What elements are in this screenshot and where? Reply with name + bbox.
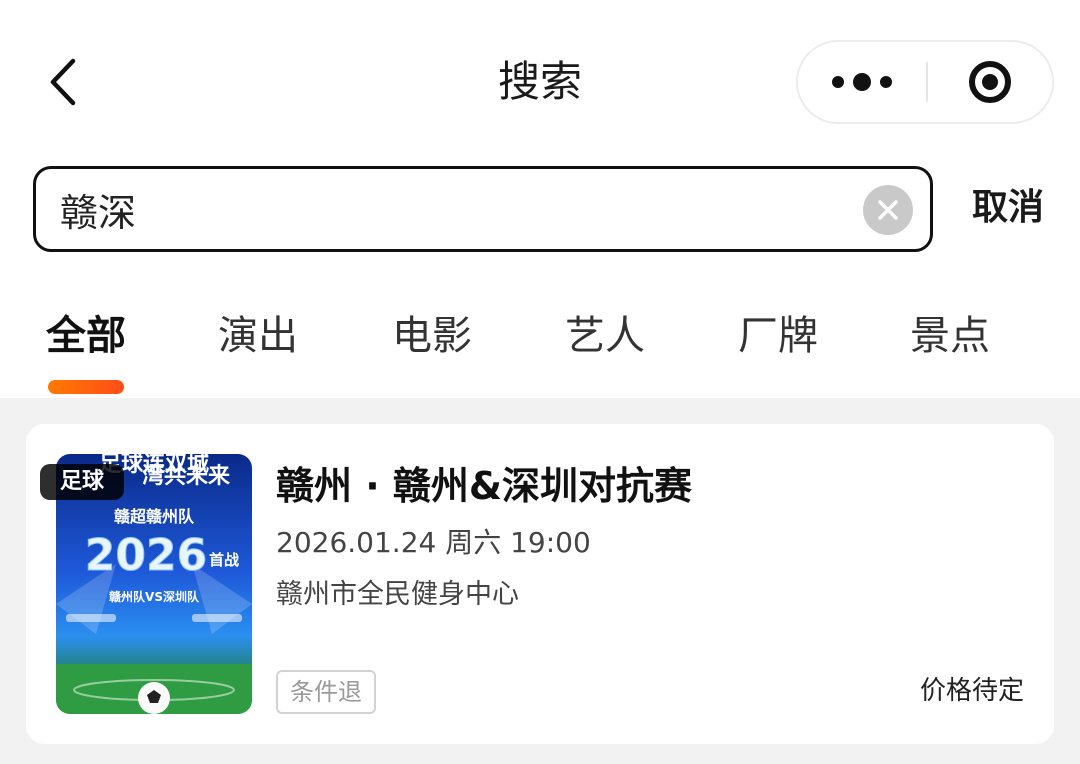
tab-attractions[interactable]: 景点 (890, 308, 1010, 364)
more-dots-icon (832, 73, 892, 91)
close-mini-program-button[interactable] (928, 42, 1052, 122)
poster-team: 赣超赣州队 (114, 507, 195, 526)
search-box (33, 166, 933, 252)
mini-program-capsule (796, 40, 1054, 124)
poster-line2: 湾共未来 (142, 463, 231, 489)
tab-movies[interactable]: 电影 (372, 308, 492, 364)
top-panel: 搜索 取消 全部 演出 电影 艺人 厂牌 景点 (0, 0, 1080, 398)
more-button[interactable] (798, 42, 926, 122)
poster-debut: 首战 (209, 551, 239, 569)
clear-x-icon (878, 200, 898, 220)
tab-all[interactable]: 全部 (26, 308, 146, 364)
target-circle-icon (969, 61, 1011, 103)
event-datetime: 2026.01.24 周六 19:00 (276, 526, 591, 559)
category-badge: 足球 (40, 464, 124, 500)
clear-search-button[interactable] (863, 185, 913, 235)
poster-matchup: 赣州队VS深圳队 (109, 589, 200, 604)
tab-artists[interactable]: 艺人 (545, 308, 665, 364)
event-title: 赣州 · 赣州&深圳对抗赛 (276, 464, 693, 508)
event-price: 价格待定 (919, 676, 1024, 706)
event-venue: 赣州市全民健身中心 (276, 579, 519, 610)
chevron-left-icon (50, 58, 76, 106)
poster-year: 2026 (85, 530, 207, 581)
refund-policy-tag: 条件退 (276, 670, 376, 714)
tab-shows[interactable]: 演出 (198, 308, 318, 364)
active-tab-indicator (48, 380, 124, 394)
back-button[interactable] (38, 58, 86, 106)
cancel-button[interactable]: 取消 (958, 180, 1058, 236)
tab-labels[interactable]: 厂牌 (718, 308, 838, 364)
search-input[interactable] (60, 179, 840, 239)
